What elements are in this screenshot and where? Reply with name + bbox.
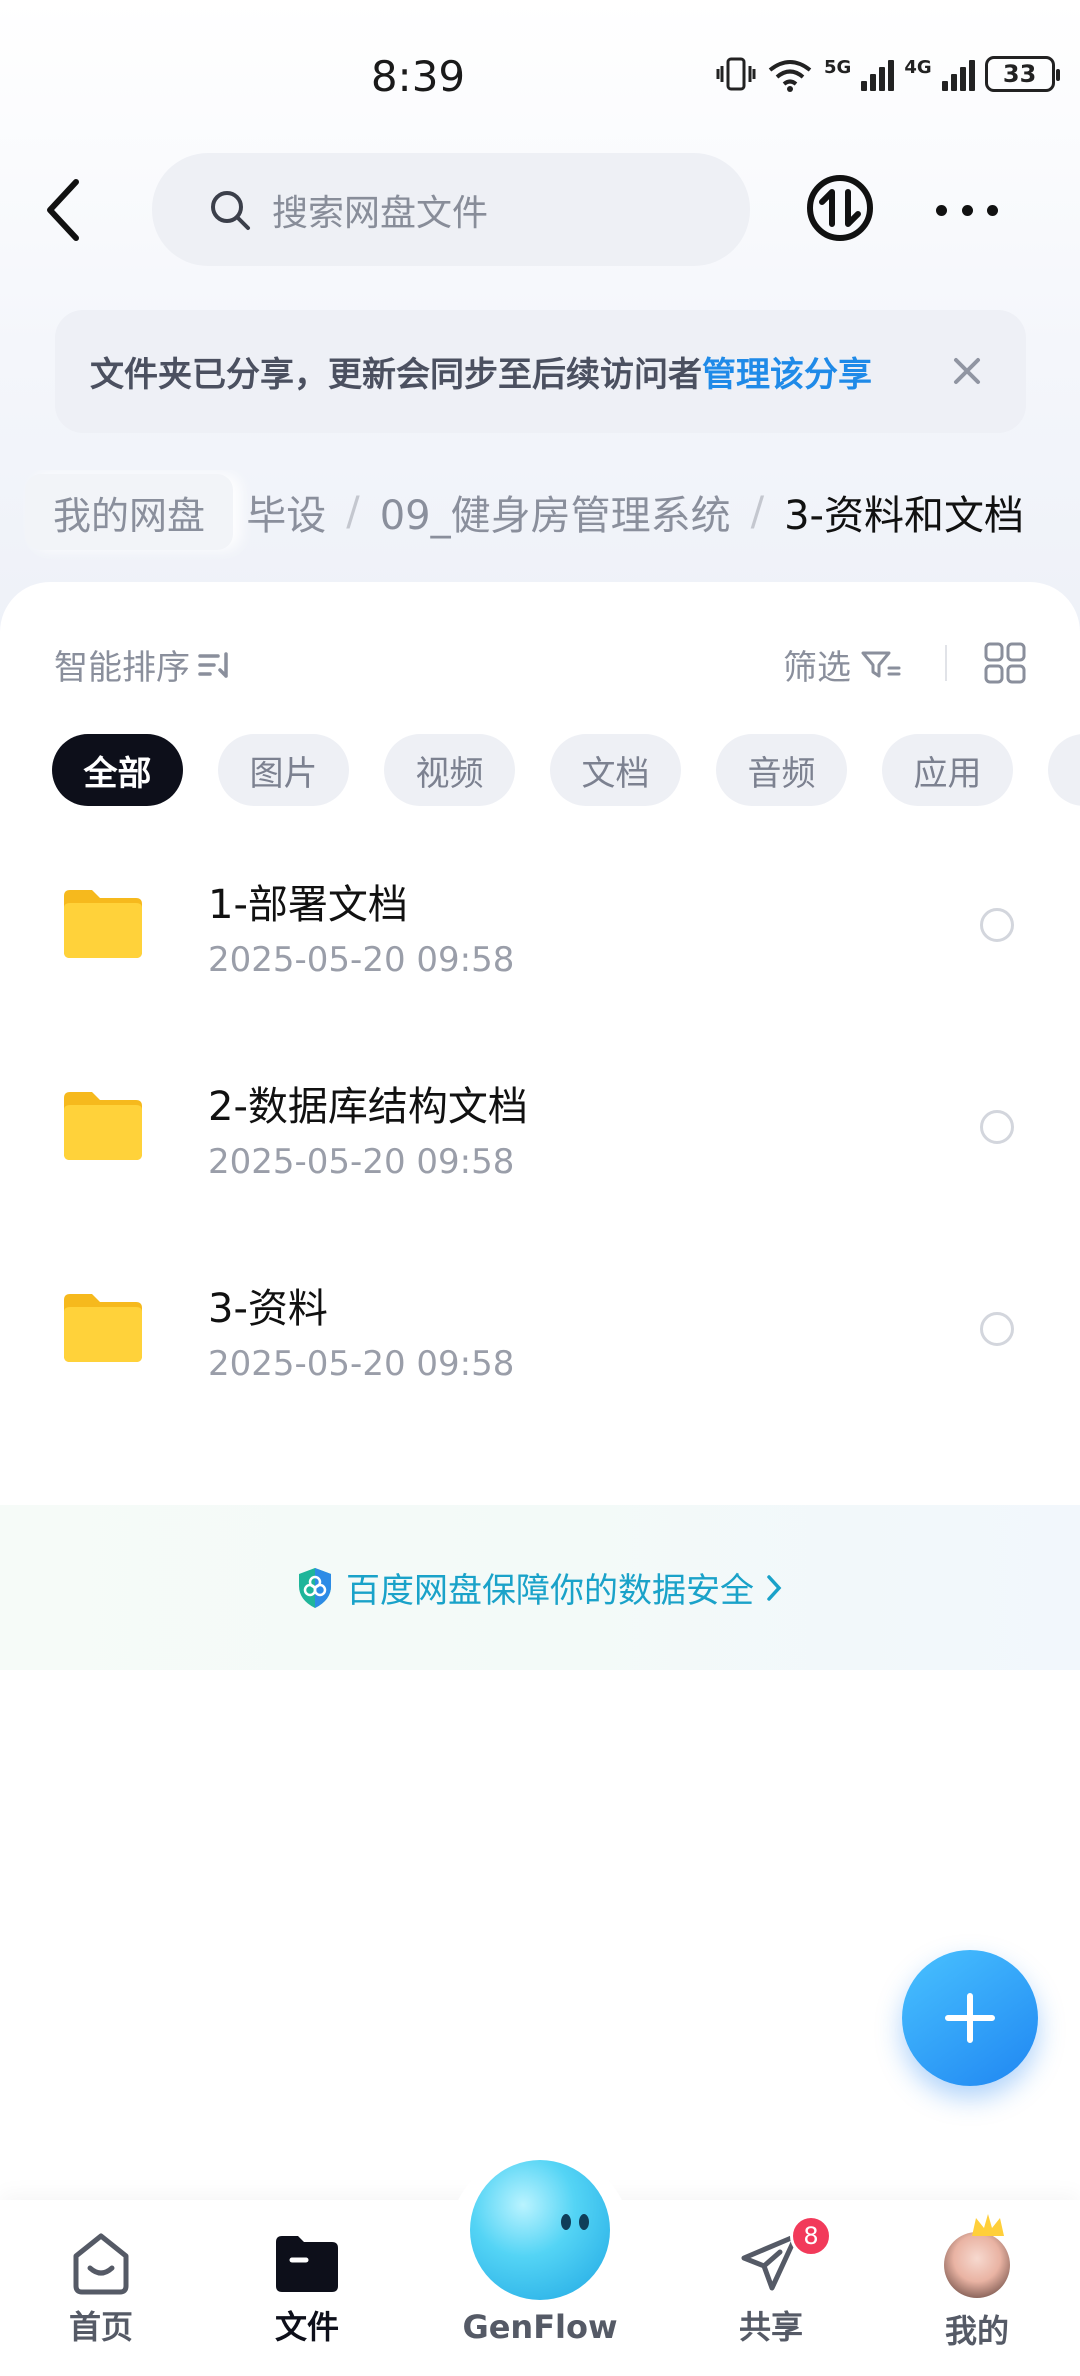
data-safety-banner[interactable]: 百度网盘保障你的数据安全 xyxy=(0,1505,1080,1670)
nav-files-label: 文件 xyxy=(274,2308,339,2346)
file-date: 2025-05-20 09:58 xyxy=(208,940,515,980)
transfer-button[interactable] xyxy=(806,174,874,242)
home-icon xyxy=(73,2233,129,2295)
list-item[interactable]: 1-部署文档 2025-05-20 09:58 xyxy=(0,860,1080,1062)
filter-label: 筛选 xyxy=(783,648,851,688)
nav-home-label: 首页 xyxy=(68,2308,133,2346)
folder-icon xyxy=(64,1294,142,1362)
nav-files[interactable]: 文件 xyxy=(242,2230,372,2348)
avatar[interactable] xyxy=(944,2232,1010,2298)
file-name: 2-数据库结构文档 xyxy=(208,1084,528,1130)
search-input[interactable]: 搜索网盘文件 xyxy=(152,153,750,266)
status-bar: 8:39 5G 4G 33 xyxy=(0,0,1080,150)
breadcrumb-item[interactable]: 09_健身房管理系统 xyxy=(380,483,731,541)
chip-documents[interactable]: 文档 xyxy=(550,734,681,806)
search-placeholder: 搜索网盘文件 xyxy=(272,192,489,234)
chip-images[interactable]: 图片 xyxy=(218,734,349,806)
signal-icon xyxy=(941,57,975,91)
chip-audio[interactable]: 音频 xyxy=(716,734,847,806)
list-item[interactable]: 3-资料 2025-05-20 09:58 xyxy=(0,1264,1080,1466)
plus-icon xyxy=(945,1993,995,2043)
filter-icon xyxy=(861,651,901,677)
list-item[interactable]: 2-数据库结构文档 2025-05-20 09:58 xyxy=(0,1062,1080,1264)
vibrate-icon xyxy=(716,57,756,91)
folder-icon xyxy=(64,1092,142,1160)
file-list: 1-部署文档 2025-05-20 09:58 2-数据库结构文档 2025-0… xyxy=(0,860,1080,1466)
more-dot-icon xyxy=(936,204,947,216)
select-checkbox[interactable] xyxy=(980,908,1014,942)
genflow-orb[interactable] xyxy=(470,2160,610,2300)
folder-icon xyxy=(276,2236,338,2292)
back-button[interactable] xyxy=(40,170,90,250)
breadcrumb: 毕设 / 09_健身房管理系统 / 3-资料和文档 我的网盘 xyxy=(0,470,1080,560)
sort-icon xyxy=(198,651,228,678)
transfer-icon xyxy=(807,175,873,241)
select-checkbox[interactable] xyxy=(980,1110,1014,1144)
category-chips: 全部 图片 视频 文档 音频 应用 xyxy=(52,734,1080,806)
network-4g-label: 4G xyxy=(904,56,932,78)
nav-me[interactable]: 我的 xyxy=(912,2306,1042,2352)
file-date: 2025-05-20 09:58 xyxy=(208,1142,515,1182)
battery-icon: 33 xyxy=(984,56,1060,92)
share-notice-text: 文件夹已分享，更新会同步至后续访问者 xyxy=(90,355,702,395)
breadcrumb-item[interactable]: 毕设 xyxy=(246,483,326,541)
add-button[interactable] xyxy=(902,1950,1038,2086)
folder-icon xyxy=(64,890,142,958)
more-button[interactable] xyxy=(936,200,998,220)
manage-share-link[interactable]: 管理该分享 xyxy=(702,347,872,396)
sort-button[interactable]: 智能排序 xyxy=(54,640,236,689)
more-dot-icon xyxy=(987,204,998,216)
battery-level: 33 xyxy=(1002,60,1037,88)
nav-me-label: 我的 xyxy=(944,2312,1009,2350)
breadcrumb-root[interactable]: 我的网盘 xyxy=(25,474,234,550)
close-icon[interactable] xyxy=(944,348,990,394)
chip-all[interactable]: 全部 xyxy=(52,734,183,806)
data-safety-text: 百度网盘保障你的数据安全 xyxy=(346,1571,754,1611)
sort-label: 智能排序 xyxy=(54,648,190,688)
status-time: 8:39 xyxy=(370,52,466,101)
breadcrumb-current: 3-资料和文档 xyxy=(784,493,1024,539)
breadcrumb-separator: / xyxy=(346,489,360,535)
select-checkbox[interactable] xyxy=(980,1312,1014,1346)
wifi-icon xyxy=(768,60,812,92)
toolbar-divider xyxy=(945,645,947,681)
share-notice: 文件夹已分享，更新会同步至后续访问者 管理该分享 xyxy=(55,310,1026,433)
crown-icon xyxy=(972,2214,1004,2236)
more-dot-icon xyxy=(961,204,973,216)
signal-icon xyxy=(861,57,895,91)
breadcrumb-track: 毕设 / 09_健身房管理系统 / 3-资料和文档 xyxy=(246,474,1024,550)
network-5g-label: 5G xyxy=(824,56,852,78)
chevron-right-icon xyxy=(767,1574,782,1601)
chip-videos[interactable]: 视频 xyxy=(384,734,515,806)
grid-view-button[interactable] xyxy=(984,642,1026,684)
grid-icon xyxy=(984,642,1026,684)
genflow-face-icon xyxy=(561,2214,589,2230)
nav-home[interactable]: 首页 xyxy=(36,2230,166,2348)
chip-more[interactable] xyxy=(1048,734,1080,806)
status-icons: 5G 4G 33 xyxy=(716,56,1060,92)
file-name: 3-资料 xyxy=(208,1286,328,1332)
file-name: 1-部署文档 xyxy=(208,882,408,928)
chevron-left-icon xyxy=(47,179,79,241)
nav-share-label: 共享 xyxy=(738,2308,803,2346)
nav-genflow-label[interactable]: GenFlow xyxy=(440,2308,640,2346)
shield-icon xyxy=(299,1567,331,1608)
breadcrumb-separator: / xyxy=(750,489,765,535)
filter-button[interactable]: 筛选 xyxy=(783,640,903,689)
chip-apps[interactable]: 应用 xyxy=(882,734,1013,806)
share-badge: 8 xyxy=(790,2215,832,2257)
file-date: 2025-05-20 09:58 xyxy=(208,1344,515,1384)
search-icon xyxy=(211,190,250,230)
